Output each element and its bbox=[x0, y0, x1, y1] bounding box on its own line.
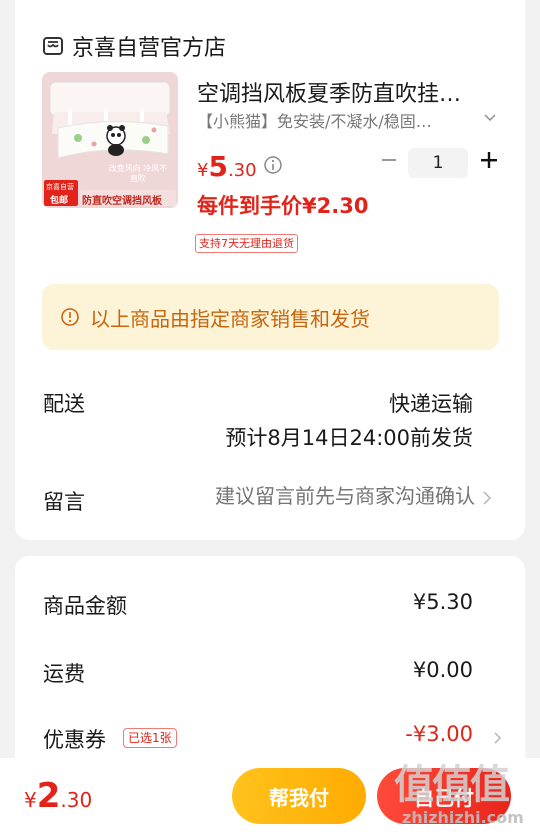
shipping-method[interactable]: 快递运输 bbox=[389, 388, 473, 418]
total-symbol: ¥ bbox=[24, 788, 37, 812]
shipping-eta: 预计8月14日24:00前发货 bbox=[225, 426, 473, 450]
increase-quantity-button[interactable] bbox=[477, 148, 501, 172]
image-badge-top: 京喜自营 bbox=[46, 183, 74, 191]
watermark: 值值值 zhizhizhi.com bbox=[394, 748, 540, 834]
store-name: 京喜自营官方店 bbox=[72, 36, 227, 61]
info-icon bbox=[61, 308, 79, 326]
decrease-quantity-button[interactable] bbox=[377, 148, 401, 172]
total-price: ¥ 2 .30 bbox=[24, 776, 92, 816]
freight-label: 运费 bbox=[43, 662, 85, 686]
chevron-right-icon[interactable] bbox=[491, 728, 505, 748]
freight-value: ¥0.00 bbox=[412, 658, 473, 682]
total-decimal: .30 bbox=[60, 788, 93, 812]
product-price: ¥ 5 .30 bbox=[197, 150, 257, 183]
order-card: 京喜自营官方店 改变风向 冷风不直吹 京喜自营 包邮 防直吹空调挡风板 空调挡风… bbox=[15, 0, 525, 540]
message-label: 留言 bbox=[43, 490, 85, 514]
image-caption: 防直吹空调挡风板 bbox=[82, 196, 162, 207]
seller-notice: 以上商品由指定商家销售和发货 bbox=[42, 284, 499, 350]
quantity-input[interactable]: 1 bbox=[408, 148, 468, 178]
store-header[interactable]: 京喜自营官方店 bbox=[42, 30, 226, 62]
price-symbol: ¥ bbox=[197, 160, 209, 181]
promo-price: 每件到手价¥2.30 bbox=[197, 194, 369, 218]
coupon-value[interactable]: -¥3.00 bbox=[405, 722, 473, 746]
price-decimal: .30 bbox=[227, 160, 257, 181]
watermark-logo: 值值值 bbox=[394, 762, 510, 808]
help-pay-button[interactable]: 帮我付 bbox=[232, 768, 366, 824]
chevron-down-icon[interactable] bbox=[481, 108, 499, 126]
goods-amount-label: 商品金额 bbox=[43, 594, 127, 618]
shipping-label: 配送 bbox=[43, 392, 85, 416]
goods-amount-value: ¥5.30 bbox=[412, 590, 473, 614]
image-badge-bottom: 包邮 bbox=[50, 196, 69, 206]
coupon-label[interactable]: 优惠券 bbox=[43, 724, 106, 754]
watermark-url: zhizhizhi.com bbox=[402, 808, 524, 827]
notice-text: 以上商品由指定商家销售和发货 bbox=[90, 306, 370, 331]
coupon-selected-badge: 已选1张 bbox=[123, 728, 177, 748]
return-policy-badge: 支持7天无理由退货 bbox=[195, 234, 298, 253]
chevron-right-icon[interactable] bbox=[479, 487, 495, 509]
message-input[interactable] bbox=[155, 486, 475, 509]
image-overlay-text: 改变风向 冷风不直吹 bbox=[108, 164, 168, 183]
product-title[interactable]: 空调挡风板夏季防直吹挂… bbox=[197, 76, 497, 108]
product-spec[interactable]: 【小熊猫】免安装/不凝水/稳固… bbox=[197, 108, 472, 132]
total-integer: 2 bbox=[36, 776, 61, 816]
store-icon bbox=[43, 37, 63, 55]
info-icon[interactable] bbox=[263, 155, 283, 175]
price-integer: 5 bbox=[208, 150, 228, 183]
product-image[interactable]: 改变风向 冷风不直吹 京喜自营 包邮 防直吹空调挡风板 bbox=[42, 72, 178, 208]
